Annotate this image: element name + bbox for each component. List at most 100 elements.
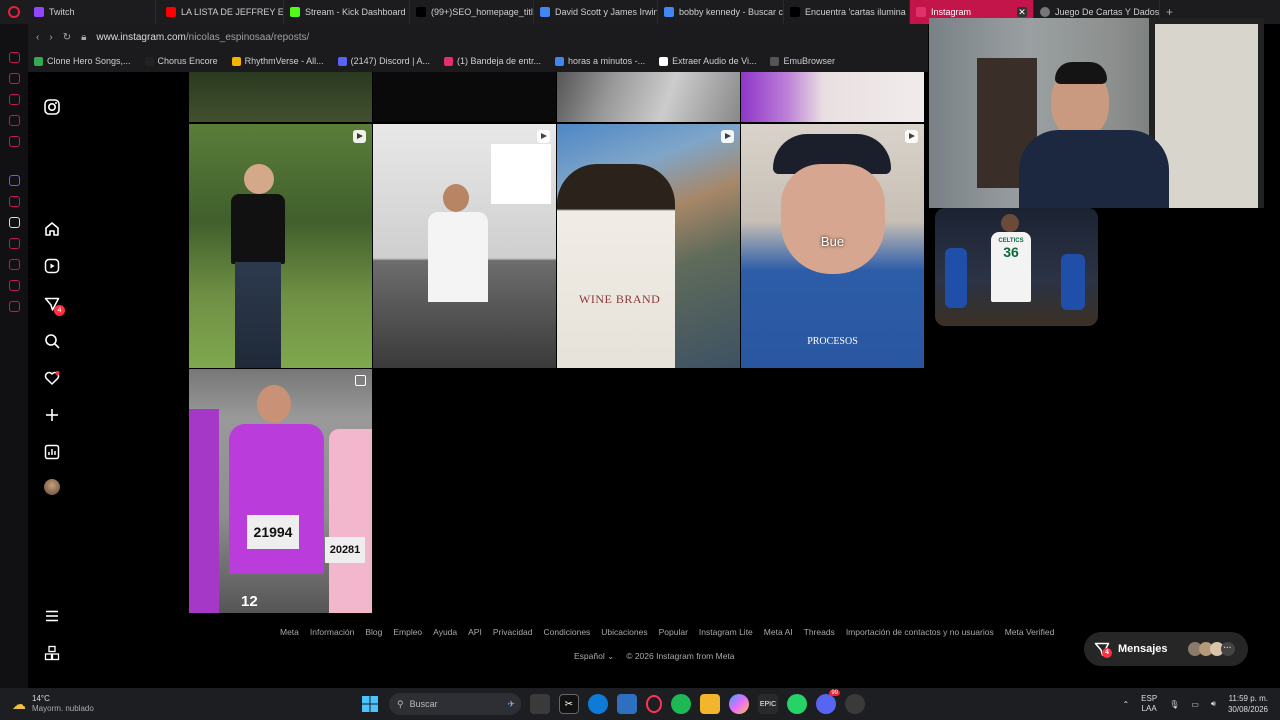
new-tab-button[interactable]: +: [1160, 5, 1179, 19]
footer-link[interactable]: Privacidad: [493, 627, 533, 637]
settings-icon[interactable]: [8, 301, 20, 312]
task-view-icon[interactable]: [530, 694, 550, 714]
tab-kick-dashboard[interactable]: Stream - Kick Dashboard: [284, 0, 410, 24]
volume-icon[interactable]: 🔊︎: [1211, 699, 1216, 709]
windows-start-icon[interactable]: [360, 694, 380, 714]
footer-link[interactable]: Threads: [804, 627, 835, 637]
tab-tiktok-cartas[interactable]: Encuentra 'cartas ilumina: [784, 0, 910, 24]
more-menu-icon[interactable]: [41, 605, 63, 627]
direct-messages-icon: 4: [1094, 641, 1112, 658]
footer-link[interactable]: Instagram Lite: [699, 627, 753, 637]
tab-google-bobby-kennedy[interactable]: bobby kennedy - Buscar c: [658, 0, 784, 24]
tab-google-david-scott[interactable]: David Scott y James Irwin: [534, 0, 658, 24]
pinboard-icon[interactable]: [8, 280, 20, 291]
player-jersey: CELTICS 36: [991, 232, 1031, 302]
bookmark-discord[interactable]: (2147) Discord | A...: [337, 56, 430, 66]
bookmark-horas-minutos[interactable]: horas a minutos -...: [555, 56, 645, 66]
footer-link[interactable]: Empleo: [393, 627, 422, 637]
clock-icon[interactable]: [8, 259, 20, 270]
language-select[interactable]: Español ⌄: [574, 651, 614, 662]
direct-messages-icon[interactable]: 4: [41, 293, 65, 316]
clock[interactable]: 11:59 p. m. 30/08/2026: [1228, 693, 1268, 715]
footer-link[interactable]: Información: [310, 627, 354, 637]
dashboard-chart-icon[interactable]: [41, 441, 63, 463]
video-clip-overlay: CELTICS 36: [935, 208, 1098, 326]
tab-tiktok-seo[interactable]: (99+)SEO_homepage_title: [410, 0, 534, 24]
footer-link[interactable]: Popular: [659, 627, 688, 637]
opera-gx-icon[interactable]: [646, 695, 662, 713]
grid-post[interactable]: 21994 20281 12: [189, 369, 372, 613]
instagram-logo-icon[interactable]: [41, 96, 63, 118]
tab-twitch[interactable]: Twitch: [28, 0, 156, 24]
chevron-up-icon[interactable]: ⌃: [1122, 700, 1129, 709]
profile-avatar[interactable]: [44, 479, 60, 495]
x-twitter-icon[interactable]: [8, 217, 20, 228]
grid-post[interactable]: [373, 124, 556, 368]
instagram-icon[interactable]: [8, 238, 20, 249]
footer-link[interactable]: Meta Verified: [1005, 627, 1055, 637]
bookmark-clone-hero[interactable]: Clone Hero Songs,...: [34, 56, 131, 66]
reels-icon[interactable]: [41, 255, 63, 277]
grid-post[interactable]: [189, 72, 372, 122]
grid-post[interactable]: [373, 72, 556, 122]
bookmark-emubrowser[interactable]: EmuBrowser: [770, 56, 835, 66]
home-icon[interactable]: [41, 218, 63, 240]
opera-logo-icon[interactable]: [0, 0, 28, 24]
notifications-heart-icon[interactable]: [41, 367, 63, 389]
reel-icon: [721, 130, 734, 143]
taskbar-search[interactable]: ⚲ Buscar ✈: [389, 693, 521, 715]
footer-link[interactable]: Blog: [365, 627, 382, 637]
copilot-icon[interactable]: [729, 694, 749, 714]
edge-icon[interactable]: [588, 694, 608, 714]
obs-icon[interactable]: [845, 694, 865, 714]
file-explorer-icon[interactable]: [700, 694, 720, 714]
person-figure: [235, 262, 281, 368]
gx-corner-icon[interactable]: [8, 115, 20, 126]
bookmark-chorus-encore[interactable]: Chorus Encore: [144, 56, 218, 66]
also-from-meta-icon[interactable]: [41, 642, 63, 664]
messenger-icon[interactable]: [8, 52, 20, 63]
capcut-icon[interactable]: ✂: [559, 694, 579, 714]
bookmark-extraer-audio[interactable]: Extraer Audio de Vi...: [659, 56, 756, 66]
grid-post[interactable]: [557, 72, 740, 122]
language-indicator[interactable]: ESP LAA: [1141, 694, 1157, 714]
grid-post[interactable]: [189, 124, 372, 368]
footer-link[interactable]: Ayuda: [433, 627, 457, 637]
opera-sidebar: [0, 24, 28, 688]
windows-taskbar: ☁ 14°C Mayorm. nublado ⚲ Buscar ✈ ✂ EPIC…: [0, 688, 1280, 720]
spotify-icon[interactable]: [671, 694, 691, 714]
bookmark-rhythmverse[interactable]: RhythmVerse - All...: [231, 56, 324, 66]
tab-youtube-epstein[interactable]: LA LISTA DE JEFFREY EPS: [160, 0, 284, 24]
url-field[interactable]: www.instagram.com/nicolas_espinosaa/repo…: [96, 32, 309, 43]
footer-link[interactable]: API: [468, 627, 482, 637]
footer-link[interactable]: Importación de contactos y no usuarios: [846, 627, 994, 637]
wallet-icon[interactable]: [8, 94, 20, 105]
footer-link[interactable]: Ubicaciones: [601, 627, 647, 637]
grid-post[interactable]: Bue PROCESOS: [741, 124, 924, 368]
percent-icon[interactable]: [8, 196, 20, 207]
footer-link[interactable]: Meta: [280, 627, 299, 637]
weather-widget[interactable]: ☁ 14°C Mayorm. nublado: [0, 694, 360, 714]
bookmark-instagram-inbox[interactable]: (1) Bandeja de entr...: [443, 56, 541, 66]
create-plus-icon[interactable]: [41, 404, 63, 426]
grid-post[interactable]: [741, 72, 924, 122]
messages-button[interactable]: 4 Mensajes ···: [1084, 632, 1248, 666]
epic-games-icon[interactable]: EPIC: [758, 694, 778, 714]
reload-icon[interactable]: ↻: [63, 32, 71, 43]
music-icon[interactable]: [8, 136, 20, 147]
discord-icon[interactable]: 99: [816, 690, 840, 714]
history-icon[interactable]: [8, 73, 20, 84]
back-icon[interactable]: ‹: [36, 32, 39, 43]
grid-post[interactable]: WINE BRAND: [557, 124, 740, 368]
microphone-icon[interactable]: 🎙︎: [1169, 700, 1179, 709]
search-icon[interactable]: [41, 330, 63, 352]
forward-icon[interactable]: ›: [49, 32, 52, 43]
whatsapp-icon[interactable]: [787, 694, 807, 714]
emubrowser-icon: [770, 56, 780, 66]
store-icon[interactable]: [617, 694, 637, 714]
footer-link[interactable]: Meta AI: [764, 627, 793, 637]
footer-link[interactable]: Condiciones: [544, 627, 591, 637]
close-tab-icon[interactable]: ✕: [1017, 7, 1027, 17]
network-icon[interactable]: ▭: [1191, 700, 1199, 709]
twitch-icon[interactable]: [8, 175, 20, 186]
